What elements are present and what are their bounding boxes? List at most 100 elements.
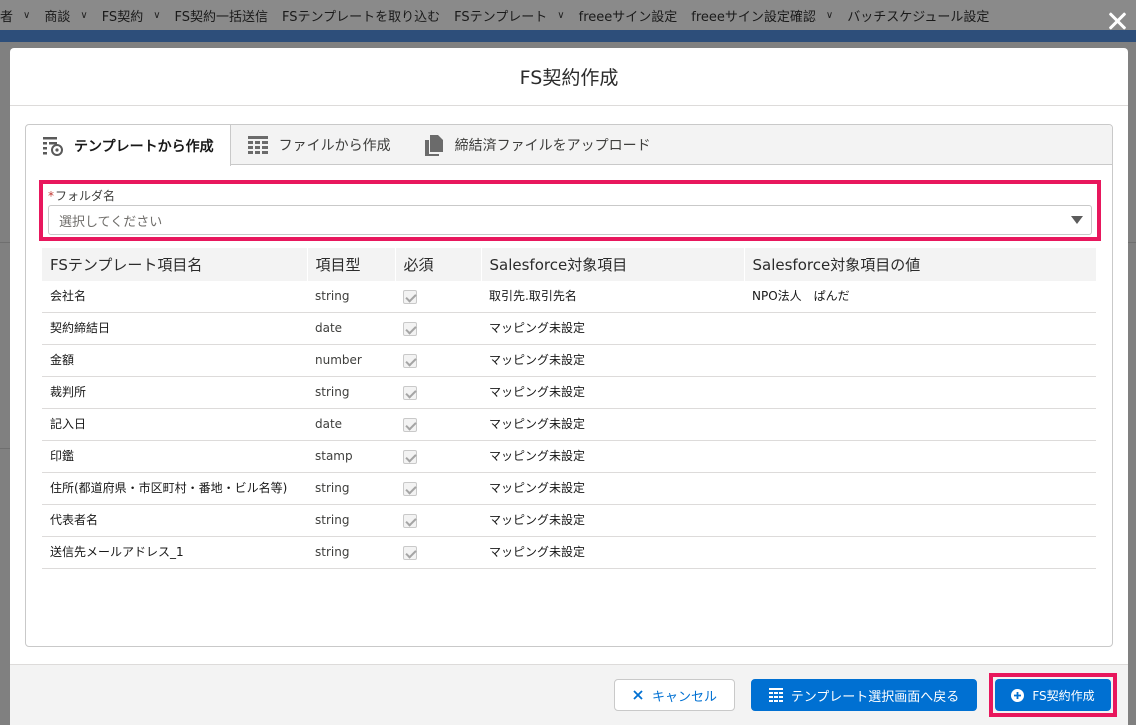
required-cell [395, 504, 481, 537]
item-type-cell: string [307, 281, 395, 313]
salesforce-field-cell: マッピング未設定 [481, 344, 744, 377]
copy-files-icon [423, 134, 445, 156]
salesforce-value-cell [744, 472, 1096, 505]
folder-field-highlight: *フォルダ名 選択してください [39, 180, 1101, 241]
salesforce-value-cell [744, 312, 1096, 345]
salesforce-value-cell [744, 504, 1096, 537]
chevron-down-icon: ∨ [153, 9, 161, 21]
tab-from-file[interactable]: ファイルから作成 [231, 125, 407, 165]
folder-select-placeholder: 選択してください [59, 214, 163, 230]
background-nav-item: 者 ∨ [0, 6, 38, 25]
create-fs-contract-button[interactable]: FS契約作成 [995, 679, 1111, 711]
chevron-down-icon [1071, 216, 1083, 224]
required-checkbox [403, 450, 417, 464]
create-button-label: FS契約作成 [1032, 688, 1095, 703]
item-type-cell: date [307, 408, 395, 441]
background-nav-label: FS契約 [101, 9, 144, 25]
required-checkbox [403, 290, 417, 304]
required-cell [395, 536, 481, 569]
required-checkbox [403, 418, 417, 432]
modal-header: FS契約作成 [10, 48, 1128, 106]
item-type-cell: string [307, 504, 395, 537]
template-settings-icon [42, 135, 64, 157]
background-divider [1128, 242, 1136, 243]
item-name-cell: 代表者名 [42, 504, 307, 537]
tab-label: ファイルから作成 [278, 138, 391, 154]
background-nav-label: freeeサイン設定 [578, 9, 678, 25]
folder-label-text: フォルダ名 [55, 189, 116, 203]
column-header: Salesforce対象項目の値 [744, 248, 1097, 281]
table-row: 裁判所 string マッピング未設定 [42, 376, 1096, 409]
required-checkbox [403, 546, 417, 560]
item-name-cell: 会社名 [42, 281, 307, 313]
close-modal-icon[interactable] [1104, 8, 1130, 34]
required-checkbox [403, 514, 417, 528]
chevron-down-icon: ∨ [23, 9, 31, 21]
table-row: 金額 number マッピング未設定 [42, 344, 1096, 377]
item-name-cell: 裁判所 [42, 376, 307, 409]
salesforce-value-cell [744, 440, 1096, 473]
background-nav-label: freeeサイン設定確認 [691, 9, 816, 25]
background-nav-label: FS契約一括送信 [174, 9, 269, 25]
background-nav-label: FSテンプレート [454, 9, 548, 25]
tab-from-template[interactable]: テンプレートから作成 [26, 125, 231, 166]
background-nav-item: バッチスケジュール設定 [847, 6, 997, 25]
required-checkbox [403, 386, 417, 400]
salesforce-value-cell [744, 536, 1096, 569]
table-row: 契約締結日 date マッピング未設定 [42, 312, 1096, 345]
required-mark: * [48, 189, 54, 203]
required-checkbox [403, 354, 417, 368]
item-type-cell: number [307, 344, 395, 377]
required-checkbox [403, 322, 417, 336]
background-nav-item: freeeサイン設定確認 ∨ [691, 6, 841, 25]
back-to-template-selection-button[interactable]: テンプレート選択画面へ戻る [751, 679, 977, 711]
salesforce-value-cell [744, 408, 1096, 441]
tab-label: テンプレートから作成 [74, 138, 214, 155]
table-grid-icon [247, 134, 269, 156]
salesforce-field-cell: マッピング未設定 [481, 408, 744, 441]
modal-title: FS契約作成 [519, 67, 619, 89]
chevron-down-icon: ∨ [557, 9, 565, 21]
item-name-cell: 金額 [42, 344, 307, 377]
background-nav-item: FSテンプレートを取り込む [282, 6, 448, 25]
background-divider [0, 448, 10, 449]
background-nav-item: 商談 ∨ [44, 6, 95, 25]
item-type-cell: stamp [307, 440, 395, 473]
tab-upload-signed-file[interactable]: 締結済ファイルをアップロード [407, 125, 667, 165]
table-row: 記入日 date マッピング未設定 [42, 408, 1096, 441]
background-nav-label: バッチスケジュール設定 [847, 9, 990, 25]
item-name-cell: 印鑑 [42, 440, 307, 473]
table-header-row: FSテンプレート項目名 項目型 必須 Salesforce対象項目 Salesf… [42, 248, 1097, 281]
folder-select[interactable]: 選択してください [48, 205, 1092, 235]
item-name-cell: 送信先メールアドレス_1 [42, 536, 307, 569]
close-icon [632, 689, 644, 701]
column-header: Salesforce対象項目 [481, 248, 745, 281]
salesforce-field-cell: マッピング未設定 [481, 536, 744, 569]
required-cell [395, 376, 481, 409]
background-nav-bar: 者 ∨ 商談 ∨ FS契約 ∨ FS契約一括送信 FSテンプレートを取り込む FSテンプレート ∨… [0, 0, 1136, 30]
column-header: 項目型 [307, 248, 396, 281]
required-cell [395, 312, 481, 345]
salesforce-field-cell: マッピング未設定 [481, 472, 744, 505]
background-nav-label: 商談 [44, 9, 71, 25]
back-button-label: テンプレート選択画面へ戻る [790, 689, 960, 705]
tab-bar: テンプレートから作成 ファイルから作成 締結済ファイルをアップロード [26, 125, 1112, 166]
background-nav-item: FS契約一括送信 [175, 6, 277, 25]
background-nav-item: FSテンプレート ∨ [454, 6, 572, 25]
background-nav-item: freeeサイン設定 [579, 6, 686, 25]
table-row: 住所(都道府県・市区町村・番地・ビル名等) string マッピング未設定 [42, 472, 1096, 505]
item-type-cell: string [307, 376, 395, 409]
modal-footer: キャンセル テンプレート選択画面へ戻る FS契約作成 [10, 664, 1128, 725]
required-cell [395, 472, 481, 505]
item-name-cell: 契約締結日 [42, 312, 307, 345]
required-checkbox [403, 482, 417, 496]
cancel-button[interactable]: キャンセル [614, 679, 735, 711]
background-nav-label: FSテンプレートを取り込む [282, 9, 441, 25]
required-cell [395, 440, 481, 473]
salesforce-value-cell: NPO法人 ぱんだ [744, 281, 1096, 313]
chevron-down-icon: ∨ [825, 9, 834, 21]
folder-label: *フォルダ名 [48, 187, 1092, 205]
background-nav-item: FS契約 ∨ [102, 6, 169, 25]
background-nav-label: 者 [0, 9, 14, 25]
template-items-table: FSテンプレート項目名 項目型 必須 Salesforce対象項目 Salesf… [42, 248, 1097, 569]
